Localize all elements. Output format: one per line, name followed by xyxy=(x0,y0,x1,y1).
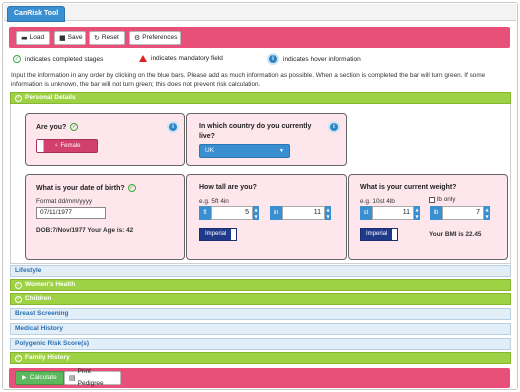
weight-pounds-stepper[interactable]: ▲ ▼ xyxy=(484,206,490,220)
toolbar: ▬ Load ■ Save ↻ Reset ⚙ Preferences xyxy=(9,27,510,48)
weight-unit-lb: lb xyxy=(430,206,442,220)
lb-only-label: lb only xyxy=(437,196,456,203)
tab-bar: CanRisk Tool xyxy=(4,4,516,22)
dob-summary: DOB:7/Nov/1977 Your Age is: 42 xyxy=(36,227,134,234)
preferences-label: Preferences xyxy=(142,34,178,41)
check-circle-icon: ✓ xyxy=(15,354,22,362)
weight-example: e.g. 10st 4lb xyxy=(360,198,395,205)
instructions-text: Input the information in any order by cl… xyxy=(11,72,486,88)
print-label: Print Pedigree xyxy=(77,368,104,387)
check-circle-icon: ✓ xyxy=(15,94,22,102)
sex-question: Are you? xyxy=(36,123,67,131)
weight-stone-stepper[interactable]: ▲ ▼ xyxy=(414,206,420,220)
folder-icon: ▬ xyxy=(21,34,28,42)
section-bar-personal-details[interactable]: ✓ Personal Details xyxy=(10,92,511,104)
footer-bar: ▶ Calculate ▤ Print Pedigree xyxy=(9,368,510,388)
check-circle-icon: ✓ xyxy=(15,295,22,303)
section-bar-family-history[interactable]: ✓ Family History xyxy=(10,352,511,364)
legend: ✓ indicates completed stages indicates m… xyxy=(11,53,511,67)
weight-unit-toggle[interactable]: Imperial xyxy=(360,228,398,241)
card-country: In which country do you currently live? … xyxy=(186,113,347,166)
country-value: UK xyxy=(205,147,215,154)
play-icon: ▶ xyxy=(22,375,27,381)
height-example: e.g. 5ft 4in xyxy=(199,198,229,205)
country-question: In which country do you currently xyxy=(199,123,312,130)
info-icon: i xyxy=(267,53,279,65)
load-label: Load xyxy=(29,34,45,41)
card-height: How tall are you? e.g. 5ft 4in ft 5 ▲ ▼ i… xyxy=(186,174,347,260)
height-unit-toggle[interactable]: Imperial xyxy=(199,228,237,241)
weight-question: What is your current weight? xyxy=(360,184,457,191)
print-icon: ▤ xyxy=(69,374,76,382)
personal-details-panel: Are you? ✓ i ♀ Female In which country d… xyxy=(10,104,511,264)
calculate-button[interactable]: ▶ Calculate xyxy=(15,371,64,385)
info-icon[interactable]: i xyxy=(167,121,179,133)
card-weight: What is your current weight? e.g. 10st 4… xyxy=(348,174,508,260)
check-circle-icon: ✓ xyxy=(70,123,79,131)
height-feet-input[interactable]: 5 xyxy=(211,206,253,220)
legend-hover: i indicates hover information xyxy=(267,53,361,65)
legend-mandatory: indicates mandatory field xyxy=(139,55,223,62)
gear-icon: ⚙ xyxy=(134,34,141,42)
section-bar-lifestyle[interactable]: Lifestyle xyxy=(10,265,511,277)
save-label: Save xyxy=(67,34,83,41)
country-select[interactable]: UK ▼ xyxy=(199,144,290,158)
floppy-icon: ■ xyxy=(59,34,66,42)
save-button[interactable]: ■ Save xyxy=(54,31,86,45)
height-inches-stepper[interactable]: ▲ ▼ xyxy=(325,206,331,220)
check-circle-icon: ✓ xyxy=(127,184,136,192)
weight-pounds-input[interactable]: 7 xyxy=(442,206,484,220)
legend-completed: ✓ indicates completed stages xyxy=(13,55,104,63)
refresh-icon: ↻ xyxy=(94,34,100,42)
weight-system-label: Imperial xyxy=(361,229,393,240)
sex-toggle[interactable]: ♀ Female xyxy=(36,139,98,153)
bmi-text: Your BMI is 22.45 xyxy=(429,231,482,238)
height-feet-stepper[interactable]: ▲ ▼ xyxy=(253,206,259,220)
height-unit-ft: ft xyxy=(199,206,211,220)
card-sex: Are you? ✓ i ♀ Female xyxy=(25,113,185,166)
check-circle-icon: ✓ xyxy=(15,281,22,289)
warning-icon xyxy=(139,55,147,62)
section-bar-medical-history[interactable]: Medical History xyxy=(10,323,511,335)
weight-stone-input[interactable]: 11 xyxy=(372,206,414,220)
reset-button[interactable]: ↻ Reset xyxy=(89,31,125,45)
section-bar-breast-screening[interactable]: Breast Screening xyxy=(10,308,511,320)
section-bar-polygenic-risk[interactable]: Polygenic Risk Score(s) xyxy=(10,338,511,350)
height-question: How tall are you? xyxy=(199,184,257,191)
check-circle-icon: ✓ xyxy=(13,55,21,63)
dob-question: What is your date of birth? xyxy=(36,184,125,192)
card-dob: What is your date of birth? ✓ Format dd/… xyxy=(25,174,185,260)
reset-label: Reset xyxy=(101,34,119,41)
weight-unit-st: st xyxy=(360,206,372,220)
height-unit-in: in xyxy=(270,206,282,220)
section-bar-children[interactable]: ✓ Children xyxy=(10,293,511,305)
info-icon[interactable]: i xyxy=(328,121,340,133)
dob-input[interactable]: 07/11/1977 xyxy=(36,207,106,219)
calculate-label: Calculate xyxy=(29,374,57,381)
tab-canrisk-tool[interactable]: CanRisk Tool xyxy=(7,6,66,22)
load-button[interactable]: ▬ Load xyxy=(16,31,50,45)
section-bar-womens-health[interactable]: ✓ Women's Health xyxy=(10,279,511,291)
height-system-label: Imperial xyxy=(200,229,232,240)
female-icon: ♀ xyxy=(54,143,59,149)
lb-only-checkbox[interactable] xyxy=(429,196,435,203)
sex-value: Female xyxy=(60,143,81,149)
dob-format-label: Format dd/mm/yyyy xyxy=(36,198,93,205)
preferences-button[interactable]: ⚙ Preferences xyxy=(129,31,181,45)
height-inches-input[interactable]: 11 xyxy=(282,206,325,220)
print-pedigree-button[interactable]: ▤ Print Pedigree xyxy=(64,368,121,387)
chevron-down-icon: ▼ xyxy=(279,148,284,154)
